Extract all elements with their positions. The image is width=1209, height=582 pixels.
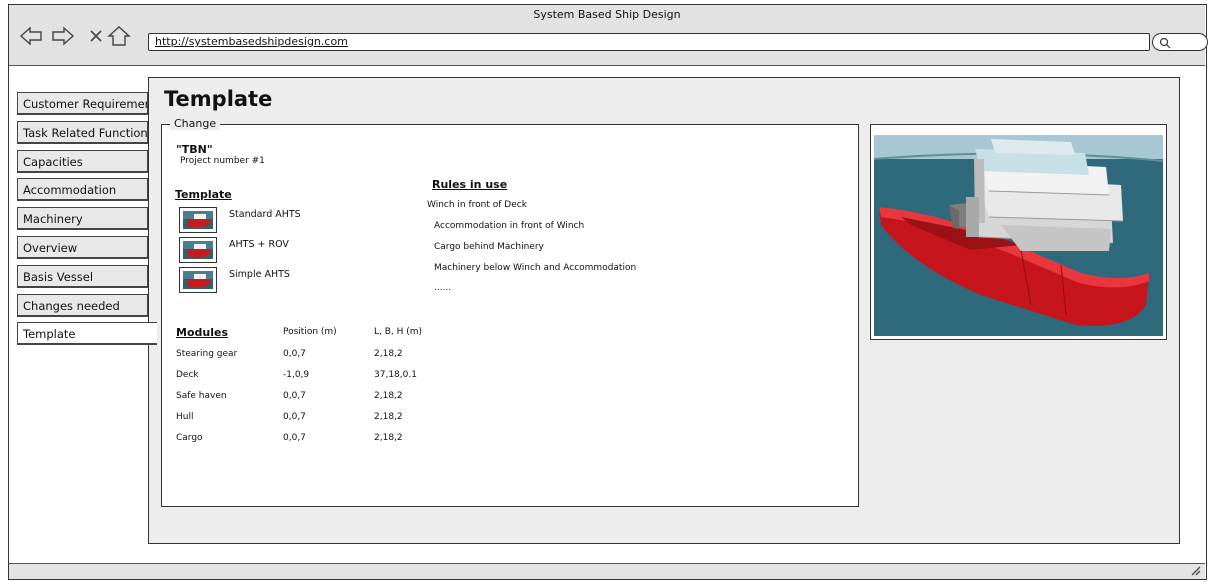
module-dims: 2,18,2 xyxy=(374,433,403,443)
rule-item: Machinery below Winch and Accommodation xyxy=(434,263,637,273)
module-position: 0,0,7 xyxy=(283,433,306,443)
sidebar-item-label: Overview xyxy=(23,240,78,255)
template-option-label: Standard AHTS xyxy=(229,209,301,220)
sidebar-item-template[interactable]: Template xyxy=(17,322,157,346)
template-heading: Template xyxy=(175,188,232,201)
sidebar-item-label: Customer Requirements xyxy=(23,97,149,111)
sidebar-item-task-related-functions[interactable]: Task Related Functions xyxy=(17,120,149,144)
sidebar-item-changes-needed[interactable]: Changes needed xyxy=(17,293,149,317)
module-dims: 2,18,2 xyxy=(374,391,403,401)
sidebar-item-overview[interactable]: Overview xyxy=(17,235,149,259)
sidebar-item-label: Accommodation xyxy=(23,183,117,198)
close-icon[interactable] xyxy=(88,25,104,47)
sidebar-item-basis-vessel[interactable]: Basis Vessel xyxy=(17,264,149,288)
change-legend: Change xyxy=(170,117,221,130)
ship-preview-image xyxy=(870,124,1167,340)
module-name: Safe haven xyxy=(176,391,227,401)
dims-column-header: L, B, H (m) xyxy=(374,327,423,337)
rule-item: ...... xyxy=(434,283,452,293)
main-panel: Template Change "TBN" Project number #1 … xyxy=(148,77,1180,544)
sidebar-item-capacities[interactable]: Capacities xyxy=(17,149,149,173)
module-name: Stearing gear xyxy=(176,349,238,359)
module-dims: 2,18,2 xyxy=(374,412,403,422)
template-option-label: AHTS + ROV xyxy=(229,239,289,250)
module-position: 0,0,7 xyxy=(283,412,306,422)
module-name: Hull xyxy=(176,412,194,422)
template-option-label: Simple AHTS xyxy=(229,269,290,280)
module-dims: 2,18,2 xyxy=(374,349,403,359)
sidebar-item-label: Basis Vessel xyxy=(23,269,94,284)
window-title: System Based Ship Design xyxy=(533,8,681,21)
sidebar-item-machinery[interactable]: Machinery xyxy=(17,207,149,231)
module-position: 0,0,7 xyxy=(283,349,306,359)
ship-thumbnail-icon xyxy=(179,207,217,233)
position-column-header: Position (m) xyxy=(283,327,337,337)
title-bar: System Based Ship Design http://systemba… xyxy=(9,5,1208,66)
ship-thumbnail-icon xyxy=(179,267,217,293)
rule-item: Winch in front of Deck xyxy=(427,200,527,210)
status-bar xyxy=(9,563,1205,579)
sidebar-item-label: Task Related Functions xyxy=(23,125,149,140)
url-bar[interactable]: http://systembasedshipdesign.com xyxy=(148,33,1150,51)
sidebar-item-label: Capacities xyxy=(23,154,83,169)
search-icon xyxy=(1159,36,1171,49)
search-button[interactable] xyxy=(1152,33,1208,51)
sidebar-item-label: Machinery xyxy=(23,212,83,227)
ship-thumbnail-icon xyxy=(179,237,217,263)
module-position: 0,0,7 xyxy=(283,391,306,401)
url-text[interactable]: http://systembasedshipdesign.com xyxy=(155,35,348,48)
rules-heading: Rules in use xyxy=(432,178,508,191)
sidebar-item-customer-requirements[interactable]: Customer Requirements xyxy=(17,92,149,115)
page-title: Template xyxy=(164,87,273,111)
sidebar-item-label: Changes needed xyxy=(23,298,120,313)
sidebar-item-accommodation[interactable]: Accommodation xyxy=(17,178,149,202)
project-number: Project number #1 xyxy=(180,156,265,166)
sidebar-item-label: Template xyxy=(23,327,76,342)
change-group: Change "TBN" Project number #1 Template … xyxy=(161,117,859,507)
home-icon[interactable] xyxy=(107,25,131,47)
rule-item: Cargo behind Machinery xyxy=(434,242,544,252)
rule-item: Accommodation in front of Winch xyxy=(434,221,585,231)
project-name: "TBN" xyxy=(176,143,213,156)
module-name: Deck xyxy=(176,370,199,380)
module-name: Cargo xyxy=(176,433,203,443)
modules-heading: Modules xyxy=(176,326,228,339)
back-icon[interactable] xyxy=(19,25,43,47)
sidebar-nav: Customer Requirements Task Related Funct… xyxy=(17,92,157,351)
resize-grip-icon[interactable] xyxy=(1191,564,1201,579)
module-position: -1,0,9 xyxy=(283,370,310,380)
forward-icon[interactable] xyxy=(51,25,75,47)
module-dims: 37,18,0.1 xyxy=(374,370,417,380)
